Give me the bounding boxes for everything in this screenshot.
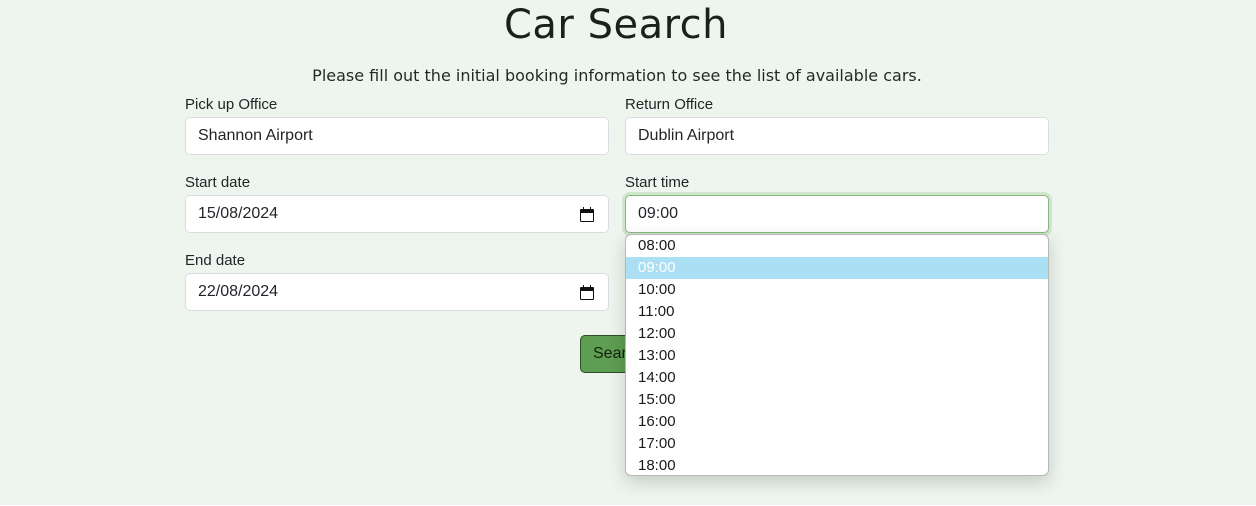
time-option[interactable]: 08:00	[626, 235, 1048, 257]
end-date-label: End date	[185, 252, 246, 269]
return-office-value: Dublin Airport	[638, 127, 735, 144]
car-search-page: Car Search Please fill out the initial b…	[0, 0, 1256, 505]
calendar-icon[interactable]	[580, 207, 594, 222]
time-option[interactable]: 13:00	[626, 345, 1048, 367]
return-office-field[interactable]: Dublin Airport	[625, 117, 1049, 155]
page-subtitle: Please fill out the initial booking info…	[312, 66, 922, 85]
start-date-field[interactable]: 15/08/2024	[185, 195, 609, 233]
calendar-icon[interactable]	[580, 285, 594, 300]
time-option[interactable]: 14:00	[626, 367, 1048, 389]
start-date-value: 15/08/2024	[198, 205, 279, 222]
page-title: Car Search	[503, 2, 729, 48]
time-option[interactable]: 16:00	[626, 411, 1048, 433]
end-date-value: 22/08/2024	[198, 283, 279, 300]
start-time-label: Start time	[625, 174, 690, 191]
time-option[interactable]: 11:00	[626, 301, 1048, 323]
time-option[interactable]: 17:00	[626, 433, 1048, 455]
pickup-office-value: Shannon Airport	[198, 127, 313, 144]
start-time-dropdown-list[interactable]: 08:00 09:00 10:00 11:00 12:00 13:00 14:00 15:00…	[625, 234, 1049, 476]
return-office-label: Return Office	[625, 96, 714, 113]
pickup-office-label: Pick up Office	[185, 96, 278, 113]
start-time-select[interactable]: 09:00	[625, 195, 1049, 233]
time-option[interactable]: 18:00	[626, 455, 1048, 475]
start-date-label: Start date	[185, 174, 251, 191]
time-option[interactable]: 12:00	[626, 323, 1048, 345]
pickup-office-field[interactable]: Shannon Airport	[185, 117, 609, 155]
end-date-field[interactable]: 22/08/2024	[185, 273, 609, 311]
time-option[interactable]: 09:00	[626, 257, 1048, 279]
time-option[interactable]: 15:00	[626, 389, 1048, 411]
start-time-value: 09:00	[638, 205, 679, 222]
time-option[interactable]: 10:00	[626, 279, 1048, 301]
